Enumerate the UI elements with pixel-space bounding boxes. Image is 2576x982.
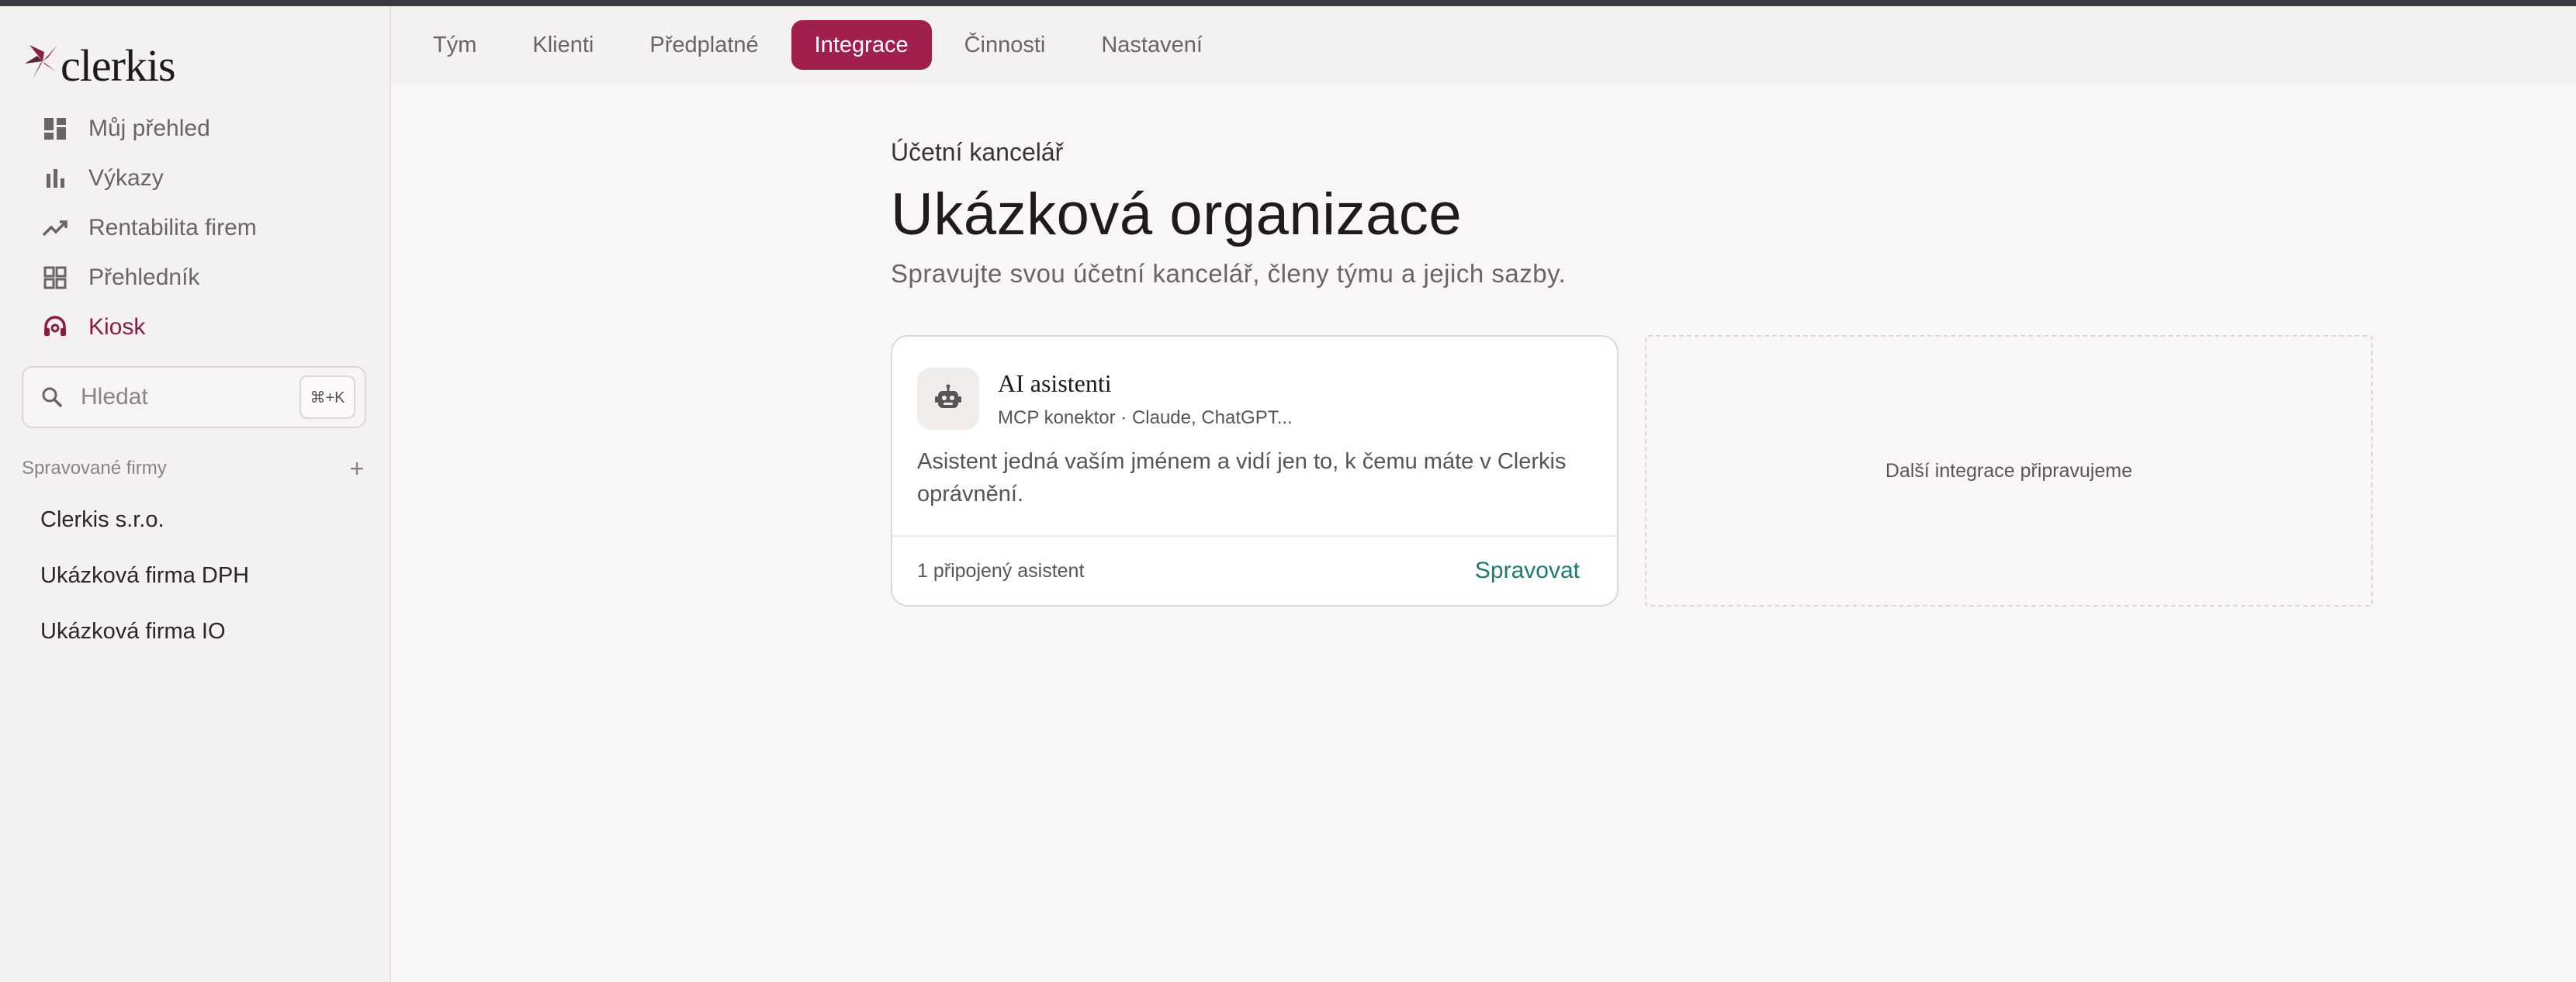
page-eyebrow: Účetní kancelář: [891, 138, 1064, 166]
tab-tym[interactable]: Tým: [410, 20, 500, 70]
search-icon: [40, 384, 67, 410]
section-title: Spravované firmy: [22, 458, 167, 479]
main-area: Tým Klienti Předplatné Integrace Činnost…: [391, 6, 2576, 982]
card-header: AI asistenti MCP konektor · Claude, Chat…: [917, 368, 1293, 430]
bar-chart-icon: [42, 165, 68, 192]
sidebar-item-label: Kiosk: [88, 314, 146, 340]
card-description: Asistent jedná vaším jménem a vidí jen t…: [917, 449, 1567, 507]
dashboard-icon: [42, 116, 68, 142]
app: clerkis Můj přehled Výkazy Rentabilita f…: [0, 6, 2576, 982]
logo-text: clerkis: [61, 40, 176, 91]
integration-cards: AI asistenti MCP konektor · Claude, Chat…: [891, 335, 2374, 607]
search-input[interactable]: Hledat: [81, 384, 299, 410]
logo-flower-icon: [25, 45, 57, 79]
tab-integrace[interactable]: Integrace: [791, 20, 932, 70]
connected-count: 1 připojený asistent: [917, 559, 1085, 582]
sidebar: clerkis Můj přehled Výkazy Rentabilita f…: [0, 6, 391, 982]
trending-up-icon: [42, 215, 68, 241]
firm-item[interactable]: Ukázková firma IO: [22, 603, 366, 659]
top-strip: [0, 0, 2576, 6]
card-title: AI asistenti: [998, 368, 1112, 397]
robot-icon: [917, 368, 979, 430]
managed-firms-header: Spravované firmy +: [22, 453, 366, 484]
firm-item[interactable]: Clerkis s.r.o.: [22, 492, 366, 548]
sidebar-item-label: Přehledník: [88, 265, 200, 290]
firm-item[interactable]: Ukázková firma DPH: [22, 548, 366, 603]
sidebar-item-rentabilita[interactable]: Rentabilita firem: [22, 203, 366, 253]
tab-nastaveni[interactable]: Nastavení: [1078, 20, 1226, 70]
page-subtitle: Spravujte svou účetní kancelář, členy tý…: [891, 259, 1567, 288]
logo[interactable]: clerkis: [22, 34, 176, 91]
tab-predplatne[interactable]: Předplatné: [626, 20, 781, 70]
sidebar-item-prehlednik[interactable]: Přehledník: [22, 253, 366, 303]
sidebar-item-muj-prehled[interactable]: Můj přehled: [22, 104, 366, 154]
grid-icon: [42, 265, 68, 291]
search-shortcut-badge: ⌘+K: [299, 375, 355, 419]
sidebar-item-vykazy[interactable]: Výkazy: [22, 154, 366, 203]
headset-icon: [42, 314, 68, 341]
content: Účetní kancelář Ukázková organizace Spra…: [891, 138, 2374, 607]
card-footer: 1 připojený asistent Spravovat: [892, 535, 1617, 605]
card-heading-text: AI asistenti MCP konektor · Claude, Chat…: [998, 369, 1293, 429]
tab-cinnosti[interactable]: Činnosti: [941, 20, 1069, 70]
coming-soon-placeholder: Další integrace připravujeme: [1645, 335, 2373, 607]
integration-card-ai: AI asistenti MCP konektor · Claude, Chat…: [891, 335, 1619, 607]
card-meta: MCP konektor · Claude, ChatGPT...: [998, 406, 1293, 428]
add-firm-button[interactable]: +: [341, 455, 372, 483]
placeholder-text: Další integrace připravujeme: [1885, 459, 2133, 482]
search-box[interactable]: Hledat ⌘+K: [22, 366, 366, 428]
sidebar-item-label: Rentabilita firem: [88, 215, 257, 240]
sidebar-item-label: Můj přehled: [88, 116, 210, 141]
sidebar-item-kiosk[interactable]: Kiosk: [22, 303, 366, 352]
manage-link[interactable]: Spravovat: [1475, 558, 1580, 584]
tab-klienti[interactable]: Klienti: [509, 20, 617, 70]
firm-list: Clerkis s.r.o. Ukázková firma DPH Ukázko…: [22, 492, 366, 659]
sidebar-nav: Můj přehled Výkazy Rentabilita firem Pře…: [22, 104, 366, 352]
tab-bar: Tým Klienti Předplatné Integrace Činnost…: [391, 6, 2576, 84]
page-title: Ukázková organizace: [891, 182, 1463, 247]
sidebar-item-label: Výkazy: [88, 165, 164, 191]
